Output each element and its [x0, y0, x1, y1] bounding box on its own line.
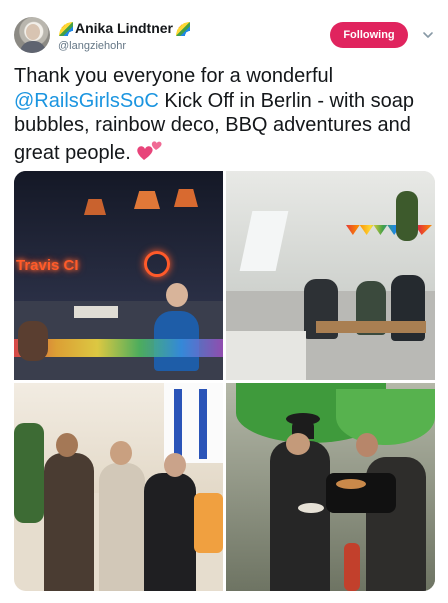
- photo-1[interactable]: Travis CI: [14, 171, 223, 380]
- rainbow-icon: [175, 20, 191, 36]
- two-hearts-icon: [137, 140, 162, 160]
- chevron-down-icon[interactable]: [422, 29, 434, 41]
- neon-sign: Travis CI: [16, 257, 79, 274]
- tweet-text: Thank you everyone for a wonderful @Rail…: [14, 64, 438, 165]
- display-name-text[interactable]: Anika Lindtner: [75, 20, 173, 36]
- tweet-header: Anika Lindtner @langziehohr Following: [14, 17, 438, 57]
- photo-3[interactable]: [14, 383, 223, 591]
- display-name[interactable]: Anika Lindtner: [58, 19, 191, 37]
- user-handle[interactable]: @langziehohr: [58, 40, 190, 52]
- photo-4[interactable]: [226, 383, 435, 591]
- following-button[interactable]: Following: [330, 22, 408, 48]
- avatar[interactable]: [14, 17, 50, 53]
- photo-grid: Travis CI: [14, 171, 435, 591]
- mention-link[interactable]: @RailsGirlsSoC: [14, 90, 159, 112]
- rainbow-icon: [58, 20, 73, 36]
- author-names: Anika Lindtner @langziehohr: [58, 19, 191, 52]
- tweet-card: Anika Lindtner @langziehohr Following Th…: [0, 0, 448, 603]
- tweet-text-start: Thank you everyone for a wonderful: [14, 65, 334, 87]
- photo-2[interactable]: [226, 171, 435, 380]
